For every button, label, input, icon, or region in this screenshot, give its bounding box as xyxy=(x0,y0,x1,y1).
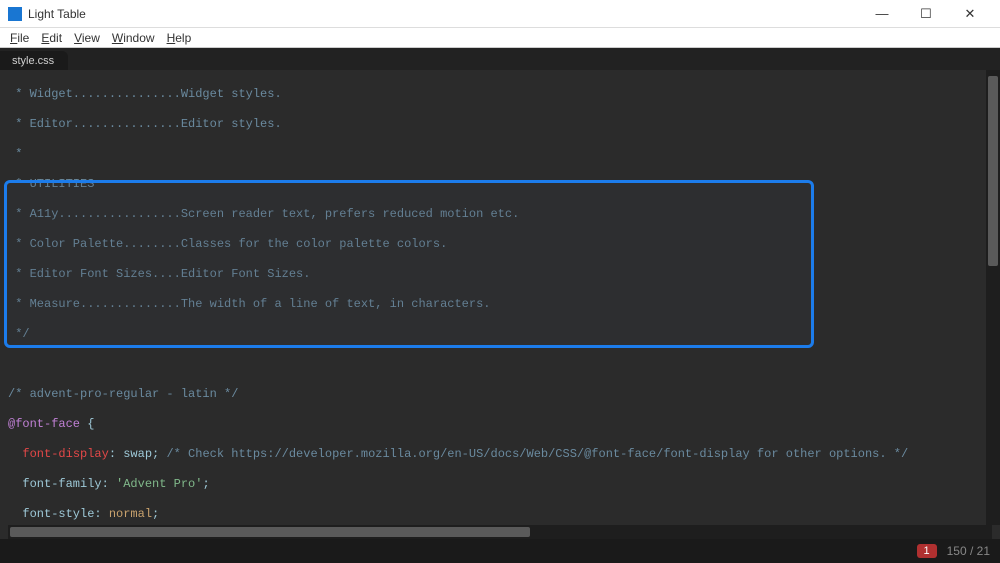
code-line: * Widget...............Widget styles. xyxy=(8,87,986,102)
code-line: * A11y.................Screen reader tex… xyxy=(8,207,986,222)
menu-edit[interactable]: Edit xyxy=(35,29,68,47)
code-line: * UTILITIES xyxy=(8,177,986,192)
editor-area[interactable]: * Widget...............Widget styles. * … xyxy=(0,70,1000,525)
menu-bar: File Edit View Window Help File Edit Vie… xyxy=(0,28,1000,48)
code-line: font-family: 'Advent Pro'; xyxy=(8,477,986,492)
error-count-badge[interactable]: 1 xyxy=(917,544,937,558)
tab-stylecss[interactable]: style.css xyxy=(0,51,68,70)
status-bar: 1 150 / 21 xyxy=(0,539,1000,563)
vertical-scrollbar-thumb[interactable] xyxy=(988,76,998,266)
minimize-button[interactable]: — xyxy=(860,0,904,28)
cursor-position: 150 / 21 xyxy=(947,544,990,558)
close-button[interactable]: ✕ xyxy=(948,0,992,28)
menu-help[interactable]: Help xyxy=(161,29,198,47)
horizontal-scrollbar-thumb[interactable] xyxy=(10,527,530,537)
window-title: Light Table xyxy=(28,7,860,21)
code-line: */ xyxy=(8,327,986,342)
menu-file[interactable]: File xyxy=(4,29,35,47)
code-line: * Color Palette........Classes for the c… xyxy=(8,237,986,252)
menu-view[interactable]: View xyxy=(68,29,106,47)
tab-bar: style.css xyxy=(0,48,1000,70)
code-line: * Editor...............Editor styles. xyxy=(8,117,986,132)
code-line: * xyxy=(8,147,986,162)
code-line: font-style: normal; xyxy=(8,507,986,522)
code-line: @font-face { xyxy=(8,417,986,432)
vertical-scrollbar[interactable] xyxy=(986,70,1000,525)
code-line: * Measure..............The width of a li… xyxy=(8,297,986,312)
menu-window[interactable]: Window xyxy=(106,29,161,47)
window-controls: — ☐ ✕ xyxy=(860,0,992,28)
maximize-button[interactable]: ☐ xyxy=(904,0,948,28)
code-line: /* advent-pro-regular - latin */ xyxy=(8,387,986,402)
app-icon xyxy=(8,7,22,21)
code-editor[interactable]: * Widget...............Widget styles. * … xyxy=(8,72,986,525)
window-titlebar: Light Table — ☐ ✕ xyxy=(0,0,1000,28)
horizontal-scrollbar[interactable] xyxy=(8,525,992,539)
code-line: * Editor Font Sizes....Editor Font Sizes… xyxy=(8,267,986,282)
code-line: font-display: swap; /* Check https://dev… xyxy=(8,447,986,462)
